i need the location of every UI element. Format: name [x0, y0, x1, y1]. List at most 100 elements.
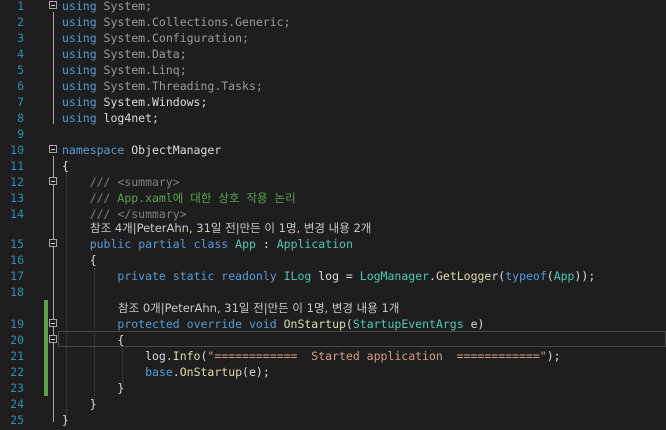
code-token: System;: [96, 0, 153, 13]
code-token: e): [463, 317, 485, 331]
code-token: App: [553, 269, 575, 283]
line-number: 17: [10, 269, 24, 283]
code-line[interactable]: 12 /// <summary>: [0, 174, 666, 190]
code-text: }: [62, 396, 97, 412]
code-token: log =: [311, 269, 360, 283]
code-line[interactable]: 9: [0, 126, 666, 142]
code-text: log.Info("============ Started applicati…: [62, 348, 561, 364]
code-line[interactable]: 7 using System.Windows;: [0, 94, 666, 110]
code-line[interactable]: 2 using System.Collections.Generic;: [0, 14, 666, 30]
line-number: 1: [17, 0, 24, 13]
collapse-icon[interactable]: [49, 1, 57, 9]
line-number: 6: [17, 79, 24, 93]
code-token: public: [89, 237, 132, 251]
code-line[interactable]: 13 /// App.xaml에 대한 상호 작용 논리: [0, 190, 666, 206]
code-line[interactable]: 20 {: [0, 332, 666, 348]
line-number: 24: [10, 397, 24, 411]
code-text: }: [62, 412, 69, 428]
code-token: protected: [117, 317, 180, 331]
line-number: 13: [10, 191, 24, 205]
code-token: ILog: [283, 269, 312, 283]
line-number: 11: [10, 159, 24, 173]
collapse-icon[interactable]: [49, 145, 57, 153]
collapse-icon[interactable]: [49, 239, 57, 247]
code-text: using System.Threading.Tasks;: [62, 78, 263, 94]
code-text: using System.Linq;: [62, 62, 187, 78]
code-line[interactable]: 3 using System.Configuration;: [0, 30, 666, 46]
code-token: private: [117, 269, 166, 283]
code-line[interactable]: 19 protected override void OnStartup(Sta…: [0, 316, 666, 332]
code-text: namespace ObjectManager: [62, 142, 221, 158]
line-number: 2: [17, 15, 24, 29]
code-token: .: [429, 269, 436, 283]
line-number: 5: [17, 63, 24, 77]
code-token: <summary>: [117, 175, 180, 189]
code-line[interactable]: 23 }: [0, 380, 666, 396]
code-line[interactable]: 22 base.OnStartup(e);: [0, 364, 666, 380]
code-token: System.Data;: [96, 47, 187, 61]
code-line[interactable]: 4 using System.Data;: [0, 46, 666, 62]
code-token: ///: [62, 207, 118, 221]
code-token: void: [248, 317, 277, 331]
codelens-method[interactable]: 참조 0개|PeterAhn, 31일 전|만든 이 1명, 변경 내용 1개: [118, 300, 399, 316]
code-token: using: [62, 79, 97, 93]
code-text: using log4net;: [62, 110, 159, 126]
code-text: private static readonly ILog log = LogMa…: [62, 268, 595, 284]
line-number: 9: [17, 127, 24, 141]
line-number: 18: [10, 285, 24, 299]
code-text: {: [62, 158, 69, 174]
code-token: );: [546, 349, 561, 363]
code-token: "============ Started application ======…: [207, 349, 547, 363]
line-number: 10: [10, 143, 24, 157]
code-token: App: [235, 237, 256, 251]
code-editor[interactable]: 참조 4개|PeterAhn, 31일 전|만든 이 1명, 변경 내용 2개 …: [0, 0, 666, 430]
code-line[interactable]: 10 namespace ObjectManager: [0, 142, 666, 158]
code-token: {: [62, 333, 125, 347]
code-token: static: [172, 269, 215, 283]
collapse-icon[interactable]: [49, 177, 57, 185]
code-line[interactable]: 18: [0, 284, 666, 300]
code-line[interactable]: 1 using System;: [0, 0, 666, 14]
code-line[interactable]: 14 /// </summary>: [0, 206, 666, 222]
line-number: 12: [10, 175, 24, 189]
codelens-class[interactable]: 참조 4개|PeterAhn, 31일 전|만든 이 1명, 변경 내용 2개: [90, 220, 371, 236]
collapse-icon[interactable]: [49, 335, 57, 343]
code-token: LogManager: [359, 269, 430, 283]
code-line[interactable]: 21 log.Info("============ Started applic…: [0, 348, 666, 364]
code-text: using System.Collections.Generic;: [62, 14, 291, 30]
code-text: {: [62, 252, 97, 268]
code-line[interactable]: 5 using System.Linq;: [0, 62, 666, 78]
code-line[interactable]: 24 }: [0, 396, 666, 412]
code-token: using: [62, 63, 97, 77]
line-number: 7: [17, 95, 24, 109]
code-token: System.Windows;: [96, 95, 208, 109]
code-token: StartupEventArgs: [352, 317, 464, 331]
code-token: (e);: [242, 365, 270, 379]
code-token: using: [62, 95, 97, 109]
code-token: log4net;: [96, 111, 159, 125]
code-line[interactable]: 8 using log4net;: [0, 110, 666, 126]
code-token: </summary>: [117, 207, 187, 221]
line-number: 4: [17, 47, 24, 61]
code-token: System.Linq;: [96, 63, 187, 77]
line-number: 8: [17, 111, 24, 125]
code-line[interactable]: 6 using System.Threading.Tasks;: [0, 78, 666, 94]
code-line[interactable]: 11 {: [0, 158, 666, 174]
code-token: using: [62, 111, 97, 125]
line-number: 22: [10, 365, 24, 379]
code-line[interactable]: 16 {: [0, 252, 666, 268]
code-line[interactable]: 17 private static readonly ILog log = Lo…: [0, 268, 666, 284]
code-token: }: [62, 413, 69, 427]
code-token: {: [62, 159, 69, 173]
code-token: :: [255, 237, 277, 251]
code-text: /// <summary>: [62, 174, 180, 190]
code-line[interactable]: 25}: [0, 412, 666, 428]
code-text: /// </summary>: [62, 206, 187, 222]
code-line[interactable]: 15 public partial class App : Applicatio…: [0, 236, 666, 252]
collapse-icon[interactable]: [49, 319, 57, 327]
